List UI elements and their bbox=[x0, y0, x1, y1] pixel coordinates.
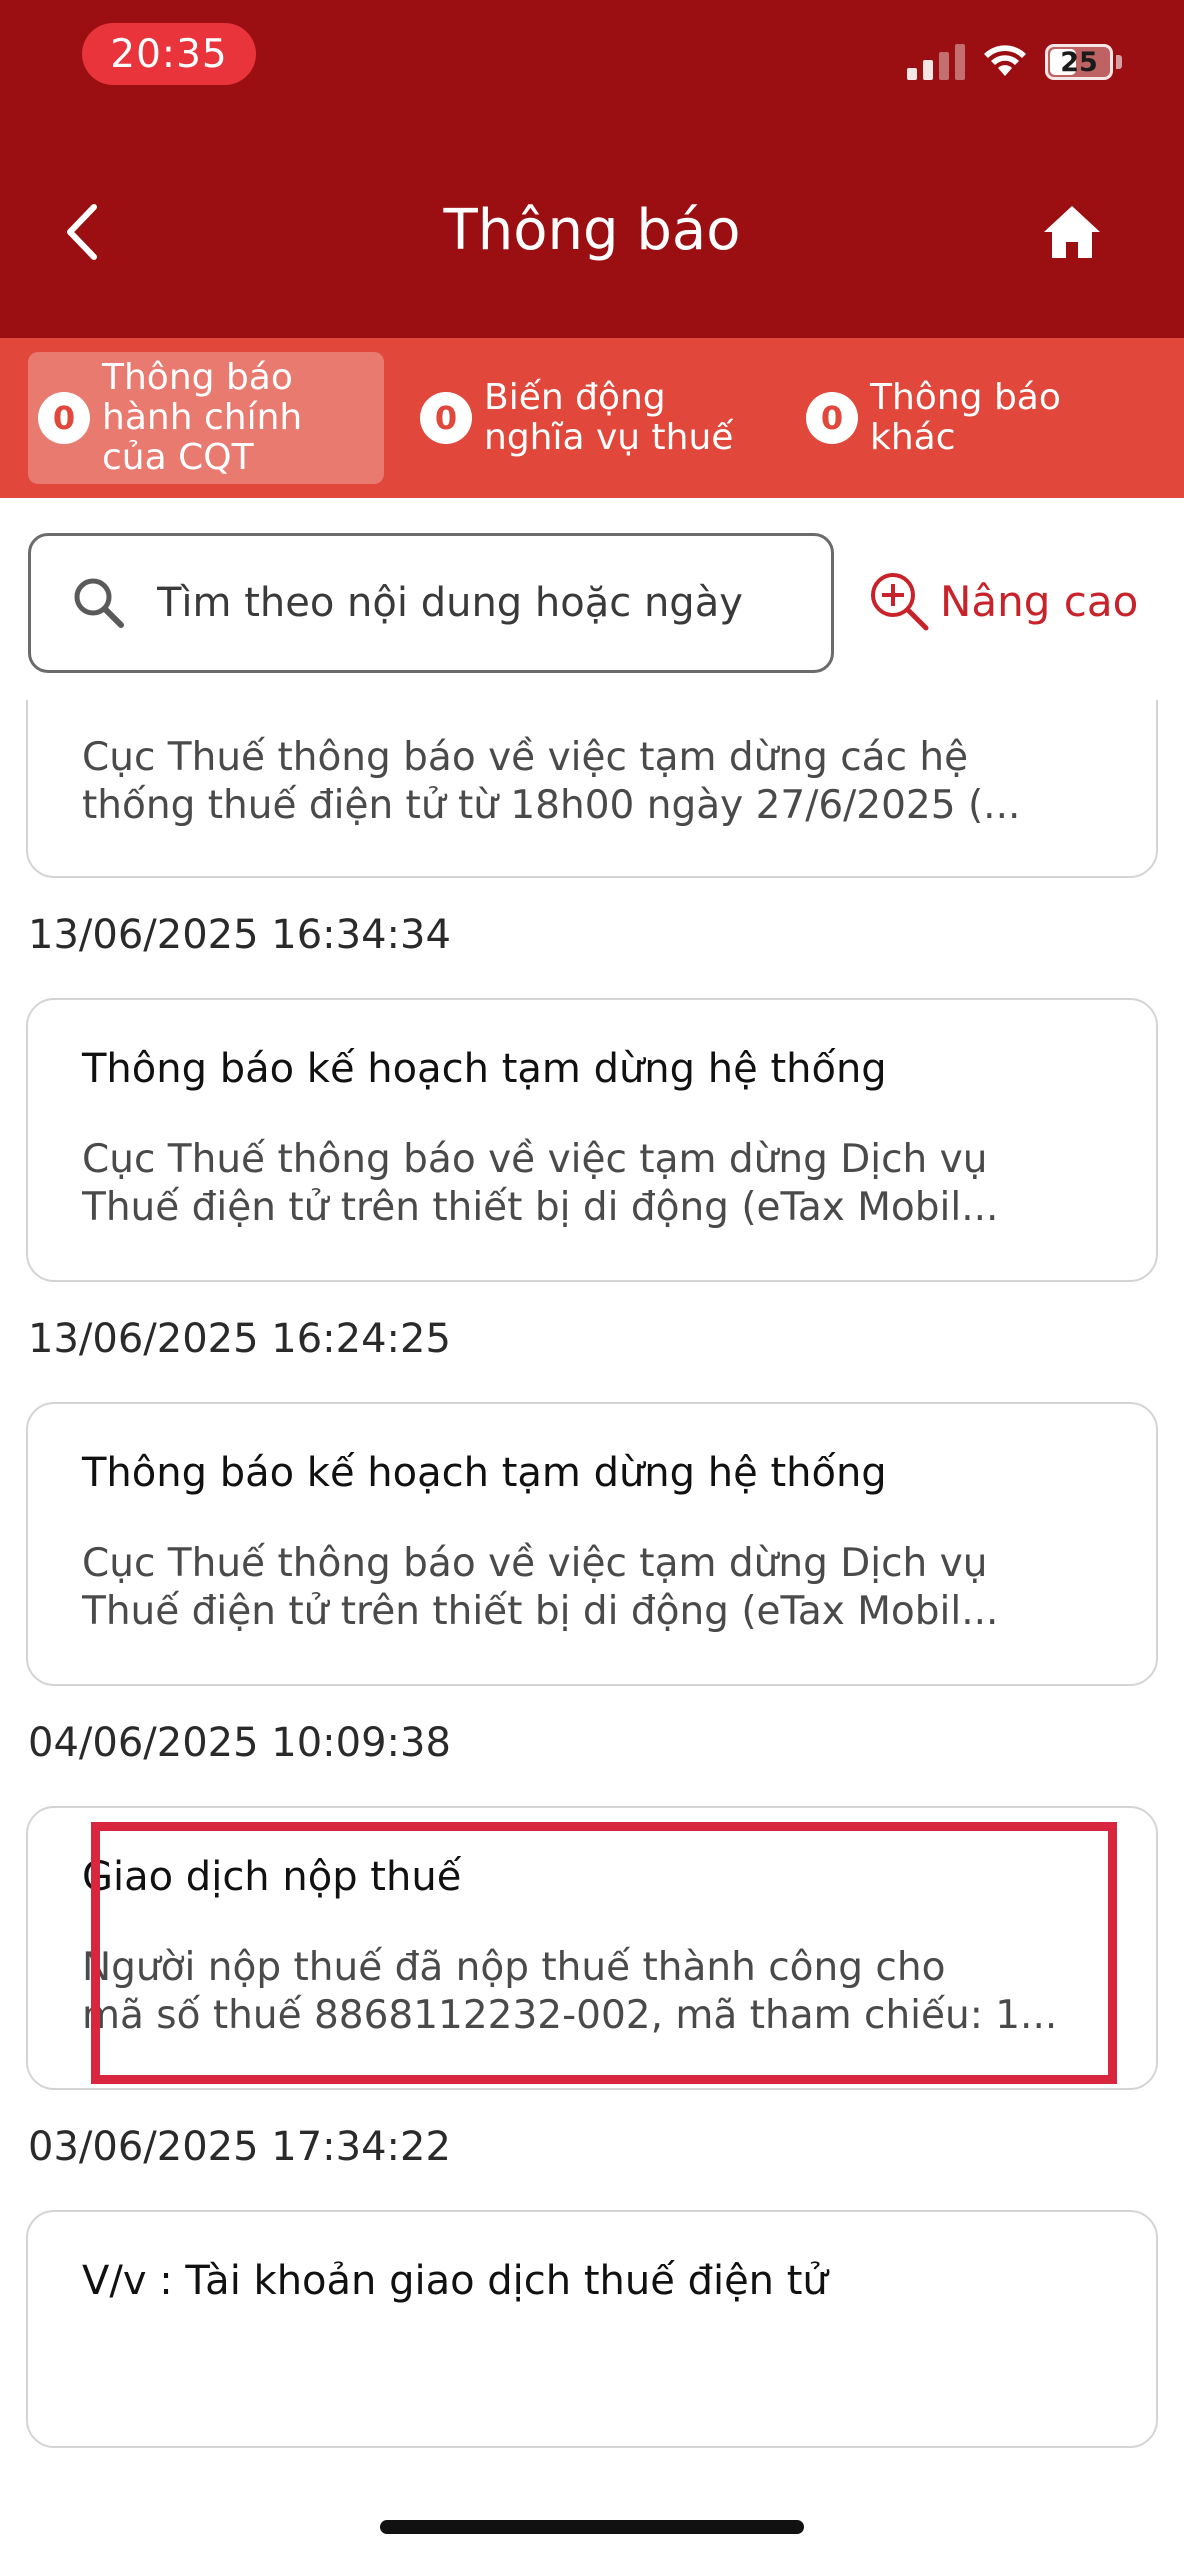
notification-preview: Cục Thuế thông báo về việc tạm dừng Dịch… bbox=[82, 1541, 988, 1586]
status-time: 20:35 bbox=[82, 23, 256, 85]
app-header: 20:35 25 Thông báo bbox=[0, 0, 1184, 338]
tab-count-badge: 0 bbox=[806, 392, 858, 444]
tab-count-badge: 0 bbox=[420, 392, 472, 444]
notification-preview: Cục Thuế thông báo về việc tạm dừng Dịch… bbox=[82, 1137, 988, 1182]
battery-icon: 25 bbox=[1045, 44, 1113, 80]
advanced-search-label: Nâng cao bbox=[940, 576, 1139, 626]
tab-label-line: hành chính bbox=[102, 397, 303, 438]
tab-other-notices[interactable]: 0 Thông báo khác bbox=[806, 352, 1156, 484]
category-tabs: 0 Thông báo hành chính của CQT 0 Biến độ… bbox=[0, 338, 1184, 498]
notification-card[interactable]: Thông báo kế hoạch tạm dừng hệ thống Cục… bbox=[26, 1402, 1158, 1686]
wifi-icon bbox=[984, 45, 1026, 76]
home-indicator bbox=[380, 2520, 804, 2534]
notification-preview: Thuế điện tử trên thiết bị di động (eTax… bbox=[82, 1589, 999, 1634]
tab-label-line: Thông báo bbox=[102, 357, 293, 398]
notification-date: 04/06/2025 10:09:38 bbox=[28, 1720, 451, 1766]
notification-title: V/v : Tài khoản giao dịch thuế điện tử bbox=[82, 2258, 828, 2304]
zoom-in-icon bbox=[871, 573, 929, 631]
tab-label-line: Thông báo bbox=[870, 377, 1061, 418]
notification-title: Thông báo kế hoạch tạm dừng hệ thống bbox=[82, 1046, 887, 1092]
tab-label-line: nghĩa vụ thuế bbox=[484, 417, 734, 458]
notification-title: Giao dịch nộp thuế bbox=[82, 1854, 462, 1900]
notification-list: Cục Thuế thông báo về việc tạm dừng các … bbox=[0, 700, 1184, 2460]
tab-administrative-notices[interactable]: 0 Thông báo hành chính của CQT bbox=[28, 352, 384, 484]
search-icon bbox=[74, 578, 124, 628]
notification-preview: Thuế điện tử trên thiết bị di động (eTax… bbox=[82, 1185, 999, 1230]
notification-card[interactable]: V/v : Tài khoản giao dịch thuế điện tử bbox=[26, 2210, 1158, 2448]
notification-date: 13/06/2025 16:34:34 bbox=[28, 912, 451, 958]
tab-label-line: của CQT bbox=[102, 437, 254, 478]
advanced-search-button[interactable]: Nâng cao bbox=[868, 570, 1138, 632]
notification-preview: mã số thuế 8868112232-002, mã tham chiếu… bbox=[82, 1993, 1058, 2038]
notification-date: 03/06/2025 17:34:22 bbox=[28, 2124, 451, 2170]
tab-count-badge: 0 bbox=[38, 392, 90, 444]
search-input[interactable] bbox=[157, 580, 817, 626]
notification-card[interactable]: Thông báo kế hoạch tạm dừng hệ thống Cục… bbox=[26, 998, 1158, 1282]
tab-label-line: Biến động bbox=[484, 377, 666, 418]
notification-preview: Cục Thuế thông báo về việc tạm dừng các … bbox=[82, 735, 969, 780]
notification-card[interactable]: Cục Thuế thông báo về việc tạm dừng các … bbox=[26, 700, 1158, 878]
home-icon[interactable] bbox=[1040, 200, 1104, 264]
notification-title: Thông báo kế hoạch tạm dừng hệ thống bbox=[82, 1450, 887, 1496]
page-title: Thông báo bbox=[443, 198, 741, 263]
tab-label-line: khác bbox=[870, 417, 956, 458]
notification-date: 13/06/2025 16:24:25 bbox=[28, 1316, 451, 1362]
notification-card[interactable]: Giao dịch nộp thuế Người nộp thuế đã nộp… bbox=[26, 1806, 1158, 2090]
battery-level: 25 bbox=[1060, 46, 1098, 78]
tab-tax-obligation-changes[interactable]: 0 Biến động nghĩa vụ thuế bbox=[420, 352, 770, 484]
search-box bbox=[28, 533, 834, 673]
cellular-signal-icon bbox=[907, 42, 965, 80]
notification-preview: Người nộp thuế đã nộp thuế thành công ch… bbox=[82, 1945, 946, 1990]
notification-preview: thống thuế điện tử từ 18h00 ngày 27/6/20… bbox=[82, 783, 1021, 828]
